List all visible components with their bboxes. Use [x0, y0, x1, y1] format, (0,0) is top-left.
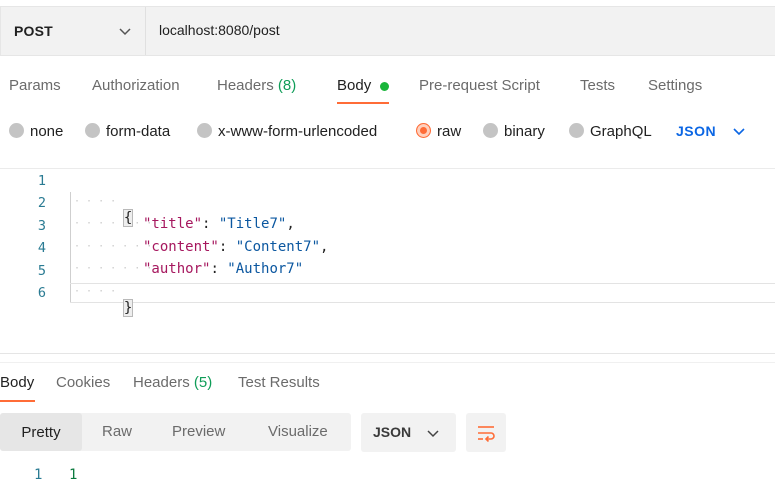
active-line-border [70, 302, 775, 303]
radio-form-data[interactable] [85, 123, 100, 138]
response-tab-headers[interactable]: Headers (5) [133, 374, 212, 391]
radio-raw-label[interactable]: raw [437, 123, 461, 140]
active-tab-underline [0, 400, 35, 402]
response-tab-headers-label: Headers [133, 374, 190, 391]
radio-none[interactable] [9, 123, 24, 138]
radio-raw[interactable] [416, 123, 431, 138]
close-brace: } [122, 299, 134, 317]
response-tab-cookies[interactable]: Cookies [56, 374, 110, 391]
pane-divider-edge [0, 362, 775, 363]
chevron-down-icon[interactable] [732, 124, 746, 138]
response-tab-test-results[interactable]: Test Results [238, 374, 320, 391]
editor-divider [0, 168, 775, 169]
open-brace: { [122, 209, 134, 227]
tab-params[interactable]: Params [9, 77, 61, 94]
json-value: "Title7" [218, 216, 287, 232]
tab-headers-label: Headers [217, 77, 274, 94]
response-tab-headers-count: (5) [193, 374, 213, 391]
tab-settings[interactable]: Settings [648, 77, 702, 94]
method-label: POST [14, 23, 53, 39]
view-preview-button[interactable]: Preview [172, 423, 225, 440]
tab-authorization[interactable]: Authorization [92, 77, 180, 94]
response-tab-body[interactable]: Body [0, 374, 34, 391]
json-value: "Author7" [227, 261, 304, 277]
tab-headers[interactable]: Headers (8) [217, 77, 296, 94]
radio-form-data-label[interactable]: form-data [106, 123, 170, 140]
radio-graphql-label[interactable]: GraphQL [590, 123, 652, 140]
json-key: "author" [143, 261, 211, 277]
response-line-number: 1 [34, 467, 43, 483]
chevron-down-icon[interactable] [118, 24, 132, 38]
chevron-down-icon [427, 430, 439, 438]
json-key: "title" [143, 216, 203, 232]
code-line[interactable]: "content": "Content7", [143, 239, 328, 255]
radio-urlencoded[interactable] [197, 123, 212, 138]
view-raw-button[interactable]: Raw [102, 423, 132, 440]
url-bar: POST localhost:8080/post [0, 6, 775, 56]
line-number: 1 [37, 173, 46, 189]
tab-body[interactable]: Body [337, 77, 371, 94]
tab-tests[interactable]: Tests [580, 77, 615, 94]
response-format-label: JSON [373, 424, 412, 440]
active-tab-underline [337, 102, 389, 104]
indent-guide [70, 192, 71, 302]
code-line[interactable]: "title": "Title7", [143, 216, 295, 232]
line-number: 2 [37, 195, 46, 211]
view-visualize-button[interactable]: Visualize [268, 423, 328, 440]
radio-binary-label[interactable]: binary [504, 123, 545, 140]
view-pretty-button[interactable]: Pretty [0, 413, 82, 451]
json-value: "Content7" [235, 239, 321, 255]
code-line[interactable]: "author": "Author7" [143, 261, 303, 277]
radio-urlencoded-label[interactable]: x-www-form-urlencoded [218, 123, 377, 140]
code-line[interactable]: } [107, 284, 134, 317]
active-line-border [70, 283, 775, 284]
radio-none-label[interactable]: none [30, 123, 63, 140]
response-value: 1 [69, 467, 78, 483]
line-number: 6 [37, 285, 46, 301]
radio-binary[interactable] [483, 123, 498, 138]
line-number: 4 [37, 240, 46, 256]
pane-divider[interactable] [0, 353, 775, 354]
json-key: "content" [143, 239, 219, 255]
radio-graphql[interactable] [569, 123, 584, 138]
code-line[interactable]: { [107, 194, 134, 227]
url-input[interactable]: localhost:8080/post [159, 22, 280, 38]
body-format-select[interactable]: JSON [676, 123, 716, 139]
body-indicator-dot [380, 82, 389, 91]
line-number: 5 [37, 263, 46, 279]
wrap-lines-icon [478, 426, 495, 442]
tab-pre-request-script[interactable]: Pre-request Script [419, 77, 540, 94]
tab-headers-count: (8) [277, 77, 297, 94]
line-number: 3 [37, 218, 46, 234]
